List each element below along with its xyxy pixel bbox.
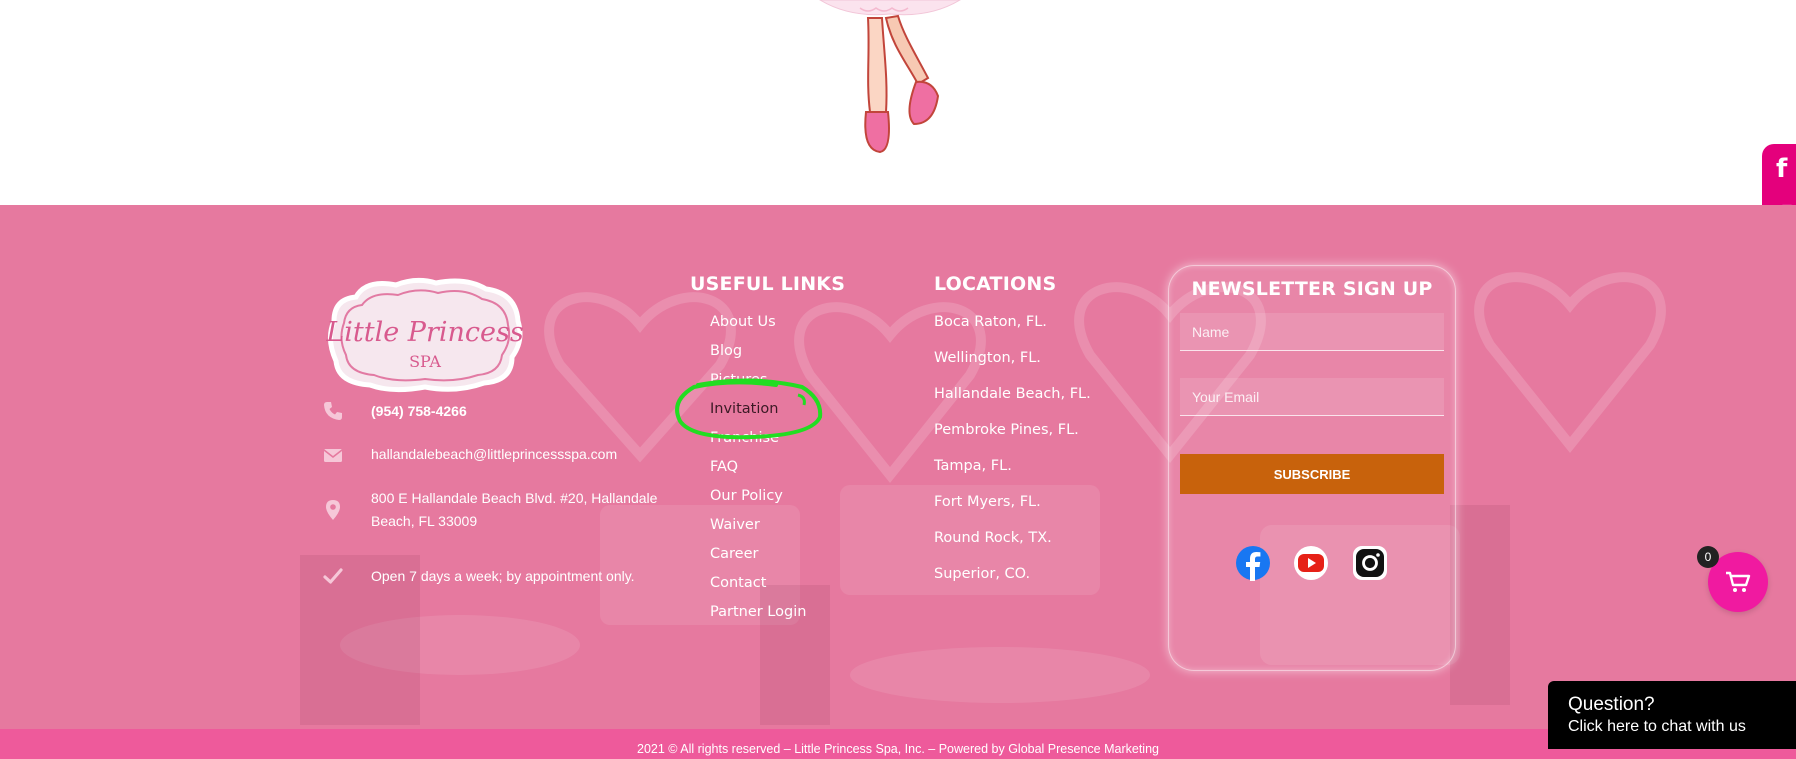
- list-item: Our Policy: [710, 487, 806, 516]
- link-invitation[interactable]: Invitation: [710, 401, 778, 417]
- list-item: Blog: [710, 342, 806, 371]
- list-item: Round Rock, TX.: [934, 529, 1091, 565]
- subscribe-button[interactable]: SUBSCRIBE: [1180, 454, 1444, 494]
- name-input[interactable]: [1180, 313, 1444, 351]
- envelope-icon: [323, 449, 343, 462]
- youtube-icon[interactable]: [1293, 545, 1329, 581]
- facebook-icon[interactable]: [1235, 545, 1271, 581]
- email-input[interactable]: [1180, 378, 1444, 416]
- newsletter-title: NEWSLETTER SIGN UP: [1191, 278, 1433, 300]
- business-hours: Open 7 days a week; by appointment only.: [371, 568, 635, 584]
- locations-list: Boca Raton, FL. Wellington, FL. Hallanda…: [934, 313, 1091, 601]
- list-item: Superior, CO.: [934, 565, 1091, 601]
- list-item: Fort Myers, FL.: [934, 493, 1091, 529]
- location-superior[interactable]: Superior, CO.: [934, 566, 1030, 582]
- list-item: Contact: [710, 574, 806, 603]
- cart-icon: [1726, 571, 1751, 592]
- list-item: Boca Raton, FL.: [934, 313, 1091, 349]
- list-item: Franchise: [710, 429, 806, 458]
- list-item: Waiver: [710, 516, 806, 545]
- email-address[interactable]: hallandalebeach@littleprincessspa.com: [371, 443, 617, 466]
- phone-icon: [324, 402, 342, 420]
- list-item: Hallandale Beach, FL.: [934, 385, 1091, 421]
- locations-title: LOCATIONS: [934, 273, 1057, 295]
- link-our-policy[interactable]: Our Policy: [710, 488, 783, 504]
- chat-title: Question?: [1568, 694, 1655, 715]
- footer-background-image: [300, 272, 1666, 725]
- list-item: About Us: [710, 313, 806, 342]
- link-franchise[interactable]: Franchise: [710, 430, 779, 446]
- location-wellington[interactable]: Wellington, FL.: [934, 350, 1041, 366]
- location-hallandale-beach[interactable]: Hallandale Beach, FL.: [934, 386, 1091, 402]
- chat-widget[interactable]: Question? Click here to chat with us: [1548, 681, 1796, 749]
- location-boca-raton[interactable]: Boca Raton, FL.: [934, 314, 1047, 330]
- list-item: Wellington, FL.: [934, 349, 1091, 385]
- facebook-icon[interactable]: f: [1776, 156, 1796, 182]
- little-princess-spa-logo: Little Princess SPA: [326, 277, 524, 393]
- link-partner-login[interactable]: Partner Login: [710, 604, 806, 620]
- link-contact[interactable]: Contact: [710, 575, 766, 591]
- address-line-2: Beach, FL 33009: [371, 513, 478, 529]
- list-item: Pembroke Pines, FL.: [934, 421, 1091, 457]
- list-item: Pictures: [710, 371, 806, 400]
- list-item: FAQ: [710, 458, 806, 487]
- link-waiver[interactable]: Waiver: [710, 517, 760, 533]
- link-pictures[interactable]: Pictures: [710, 372, 767, 388]
- chat-subtitle: Click here to chat with us: [1568, 718, 1746, 735]
- checkmark-icon: [323, 568, 343, 584]
- copyright-bar: 2021 © All rights reserved – Little Prin…: [0, 729, 1796, 759]
- link-faq[interactable]: FAQ: [710, 459, 738, 475]
- location-pembroke-pines[interactable]: Pembroke Pines, FL.: [934, 422, 1079, 438]
- link-blog[interactable]: Blog: [710, 343, 742, 359]
- phone-number[interactable]: (954) 758-4266: [371, 400, 467, 423]
- top-content-area: [0, 0, 1796, 205]
- cart-count-badge: 0: [1697, 546, 1719, 568]
- site-footer: Little Princess SPA (954) 758-4266 halla…: [0, 205, 1796, 729]
- newsletter-card: NEWSLETTER SIGN UP SUBSCRIBE: [1168, 265, 1456, 671]
- location-pin-icon: [326, 500, 340, 520]
- link-about-us[interactable]: About Us: [710, 314, 776, 330]
- useful-links-list: About Us Blog Pictures Invitation Franch…: [710, 313, 806, 632]
- address-line-1: 800 E Hallandale Beach Blvd. #20, Hallan…: [371, 490, 658, 506]
- instagram-icon[interactable]: [1352, 545, 1388, 581]
- list-item: Invitation: [710, 400, 806, 429]
- location-fort-myers[interactable]: Fort Myers, FL.: [934, 494, 1041, 510]
- copyright-text: 2021 © All rights reserved – Little Prin…: [637, 742, 1159, 756]
- princess-illustration: [819, 0, 961, 154]
- link-career[interactable]: Career: [710, 546, 758, 562]
- location-tampa[interactable]: Tampa, FL.: [934, 458, 1012, 474]
- list-item: Partner Login: [710, 603, 806, 632]
- list-item: Tampa, FL.: [934, 457, 1091, 493]
- useful-links-title: USEFUL LINKS: [690, 273, 846, 295]
- svg-text:SPA: SPA: [409, 352, 441, 371]
- logo-text: Little Princess: [326, 317, 524, 348]
- list-item: Career: [710, 545, 806, 574]
- location-round-rock[interactable]: Round Rock, TX.: [934, 530, 1052, 546]
